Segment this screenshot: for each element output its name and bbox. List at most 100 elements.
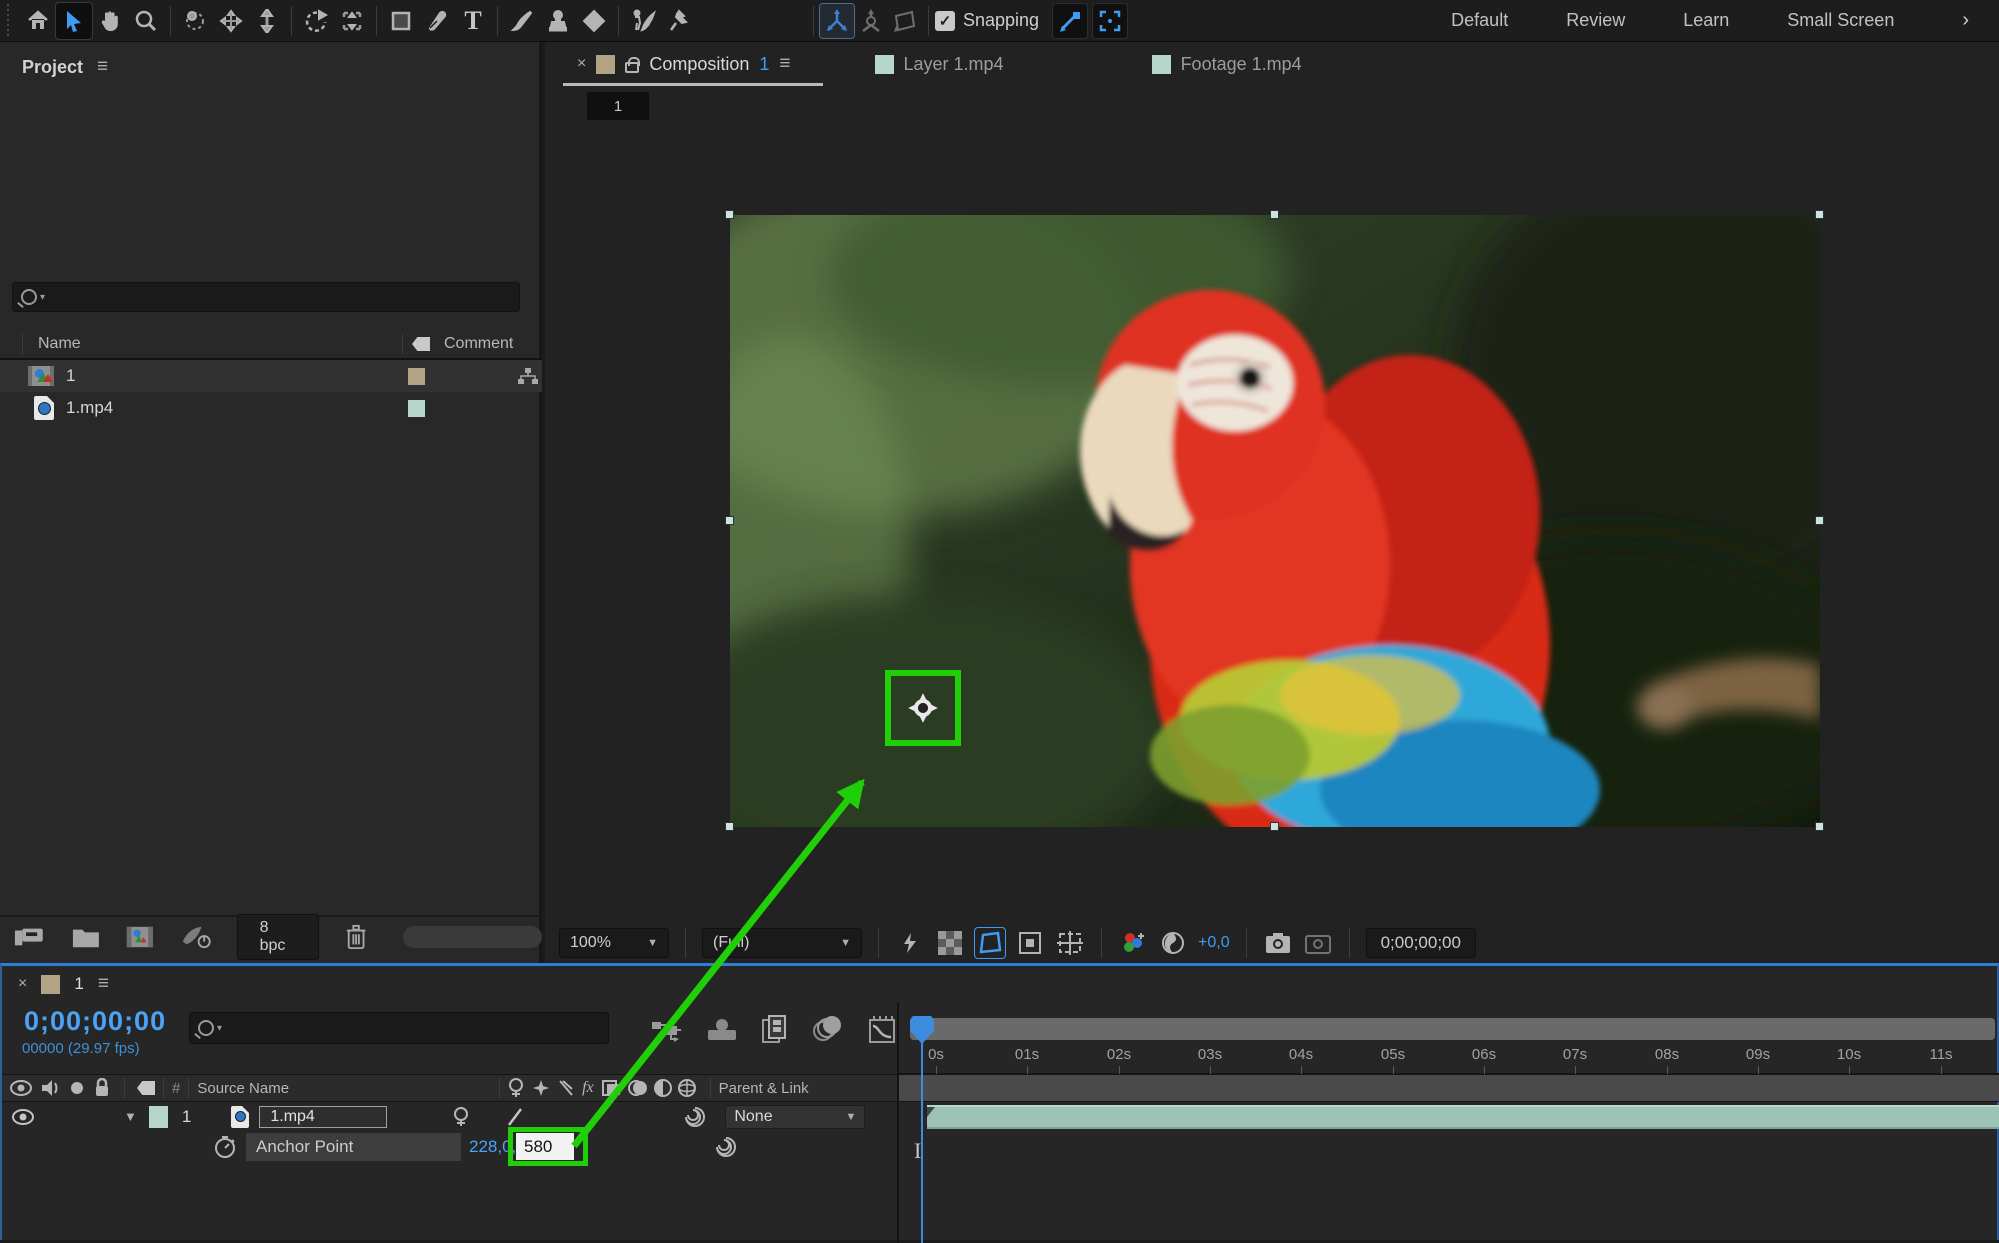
parent-dropdown[interactable]: None ▼ — [725, 1105, 865, 1129]
expand-layer-chevron-icon[interactable]: ▼ — [124, 1109, 137, 1124]
project-item-footage[interactable]: 1.mp4 — [0, 392, 542, 424]
lock-column-icon[interactable] — [94, 1078, 110, 1098]
three-d-layer-column-icon[interactable] — [678, 1079, 696, 1097]
mask-visibility-icon[interactable] — [975, 928, 1005, 958]
layer-label-swatch[interactable] — [149, 1106, 168, 1128]
anchor-point-row[interactable]: Anchor Point 228,0, — [2, 1131, 897, 1163]
property-name[interactable]: Anchor Point — [246, 1133, 461, 1161]
local-axis-mode-icon[interactable] — [820, 4, 854, 38]
transparency-grid-icon[interactable] — [935, 928, 965, 958]
fast-previews-icon[interactable] — [895, 928, 925, 958]
timeline-tab[interactable]: × 1 ≡ — [2, 966, 897, 1002]
property-pickwhip-icon[interactable] — [714, 1135, 738, 1159]
layer-quality-icon[interactable] — [507, 1107, 523, 1127]
motion-blur-icon[interactable] — [812, 1014, 844, 1044]
selection-handle[interactable] — [1815, 210, 1824, 219]
workspace-tab-learn[interactable]: Learn — [1683, 10, 1729, 31]
time-ruler[interactable]: 0s 01s 02s 03s 04s 05s 06s 07s 08s 09s 1… — [899, 1042, 1999, 1074]
layer-row-1[interactable]: ▼ 1 1.mp4 None ▼ — [2, 1103, 897, 1130]
grid-guides-icon[interactable] — [1055, 928, 1085, 958]
adjustment-layer-column-icon[interactable] — [654, 1079, 672, 1097]
preview-timecode[interactable]: 0;00;00;00 — [1366, 928, 1476, 958]
snap-bounding-box-button[interactable] — [1093, 4, 1127, 38]
pen-tool[interactable] — [419, 3, 455, 39]
take-snapshot-icon[interactable] — [1263, 928, 1293, 958]
close-icon[interactable]: × — [18, 975, 27, 993]
lock-icon[interactable] — [625, 62, 639, 73]
brush-tool[interactable] — [504, 3, 540, 39]
layer-shy-icon[interactable] — [453, 1107, 469, 1127]
tab-composition-1[interactable]: × Composition 1 ≡ — [563, 42, 805, 86]
roto-brush-tool[interactable] — [625, 3, 661, 39]
current-timecode[interactable]: 0;00;00;00 — [24, 1006, 166, 1037]
selection-handle[interactable] — [725, 210, 734, 219]
dolly-camera-tool[interactable] — [249, 3, 285, 39]
puppet-pin-tool[interactable] — [661, 3, 697, 39]
selection-handle[interactable] — [725, 516, 734, 525]
frame-blending-icon[interactable] — [760, 1014, 790, 1046]
workspace-overflow-chevron-icon[interactable]: › — [1962, 9, 1969, 32]
clone-stamp-tool[interactable] — [540, 3, 576, 39]
layer-source-name[interactable]: 1.mp4 — [259, 1106, 387, 1128]
workspace-tab-review[interactable]: Review — [1566, 10, 1625, 31]
timeline-menu-icon[interactable]: ≡ — [98, 973, 109, 995]
composition-mini-flowchart-icon[interactable] — [650, 1014, 684, 1044]
panel-grip[interactable] — [4, 4, 20, 38]
selection-handle[interactable] — [725, 822, 734, 831]
region-of-interest-icon[interactable] — [1015, 928, 1045, 958]
video-visibility-column-icon[interactable] — [10, 1079, 32, 1097]
world-axis-mode-icon[interactable] — [854, 4, 888, 38]
zoom-tool[interactable] — [128, 3, 164, 39]
motion-blur-column-icon[interactable] — [628, 1079, 648, 1097]
resolution-dropdown[interactable]: (Full)▼ — [702, 928, 862, 958]
label-swatch-tan[interactable] — [408, 368, 425, 385]
horizontal-scrollbar[interactable] — [403, 926, 542, 948]
stopwatch-icon[interactable] — [214, 1135, 236, 1159]
selection-tool[interactable] — [56, 3, 92, 39]
snapping-checkbox[interactable]: ✓ — [935, 11, 955, 31]
orbit-camera-tool[interactable] — [177, 3, 213, 39]
composition-subtab-1[interactable]: 1 — [587, 92, 649, 120]
exposure-icon[interactable] — [1158, 928, 1188, 958]
type-tool[interactable]: T — [455, 3, 491, 39]
new-folder-icon[interactable] — [72, 925, 100, 949]
channel-show-icon[interactable] — [1118, 928, 1148, 958]
tab-footage-1mp4[interactable]: Footage 1.mp4 — [1138, 42, 1316, 86]
effects-column-icon[interactable]: fx — [582, 1079, 594, 1097]
trash-icon[interactable] — [345, 923, 367, 951]
column-header-parent-link[interactable]: Parent & Link — [719, 1080, 809, 1097]
selection-handle[interactable] — [1270, 822, 1279, 831]
bit-depth-button[interactable]: 8 bpc — [237, 914, 319, 960]
timeline-panel-divider[interactable] — [897, 1002, 899, 1243]
new-composition-icon[interactable] — [125, 925, 155, 949]
home-icon[interactable] — [20, 3, 56, 39]
work-area-bar[interactable] — [910, 1018, 1995, 1040]
draft-3d-icon[interactable] — [706, 1014, 738, 1044]
collapse-transformations-column-icon[interactable] — [532, 1079, 550, 1097]
magnification-dropdown[interactable]: 100%▼ — [559, 928, 669, 958]
workspace-tab-small-screen[interactable]: Small Screen — [1787, 10, 1894, 31]
project-search-input[interactable]: ▾ — [12, 282, 520, 312]
selection-handle[interactable] — [1815, 822, 1824, 831]
timeline-search-input[interactable]: ▾ — [189, 1012, 609, 1044]
frame-blend-column-icon[interactable] — [602, 1079, 622, 1097]
project-item-composition[interactable]: 1 — [0, 360, 542, 392]
camera-tool[interactable] — [334, 3, 370, 39]
rectangle-tool[interactable] — [383, 3, 419, 39]
interpret-footage-icon[interactable] — [14, 924, 46, 950]
workspace-tab-default[interactable]: Default — [1451, 10, 1508, 31]
exposure-value[interactable]: +0,0 — [1198, 934, 1230, 952]
label-column-icon[interactable] — [137, 1081, 155, 1095]
quality-column-icon[interactable] — [558, 1079, 574, 1097]
close-icon[interactable]: × — [577, 55, 586, 73]
hand-tool[interactable] — [92, 3, 128, 39]
selection-handle[interactable] — [1815, 516, 1824, 525]
project-settings-icon[interactable] — [181, 924, 211, 950]
playhead-line[interactable] — [921, 1018, 923, 1243]
audio-column-icon[interactable] — [40, 1078, 60, 1098]
snap-to-features-button[interactable] — [1053, 4, 1087, 38]
column-header-comment[interactable]: Comment — [444, 335, 513, 353]
show-snapshot-icon[interactable] — [1303, 928, 1333, 958]
viewer-menu-icon[interactable]: ≡ — [779, 53, 790, 75]
column-header-number[interactable]: # — [172, 1080, 180, 1097]
